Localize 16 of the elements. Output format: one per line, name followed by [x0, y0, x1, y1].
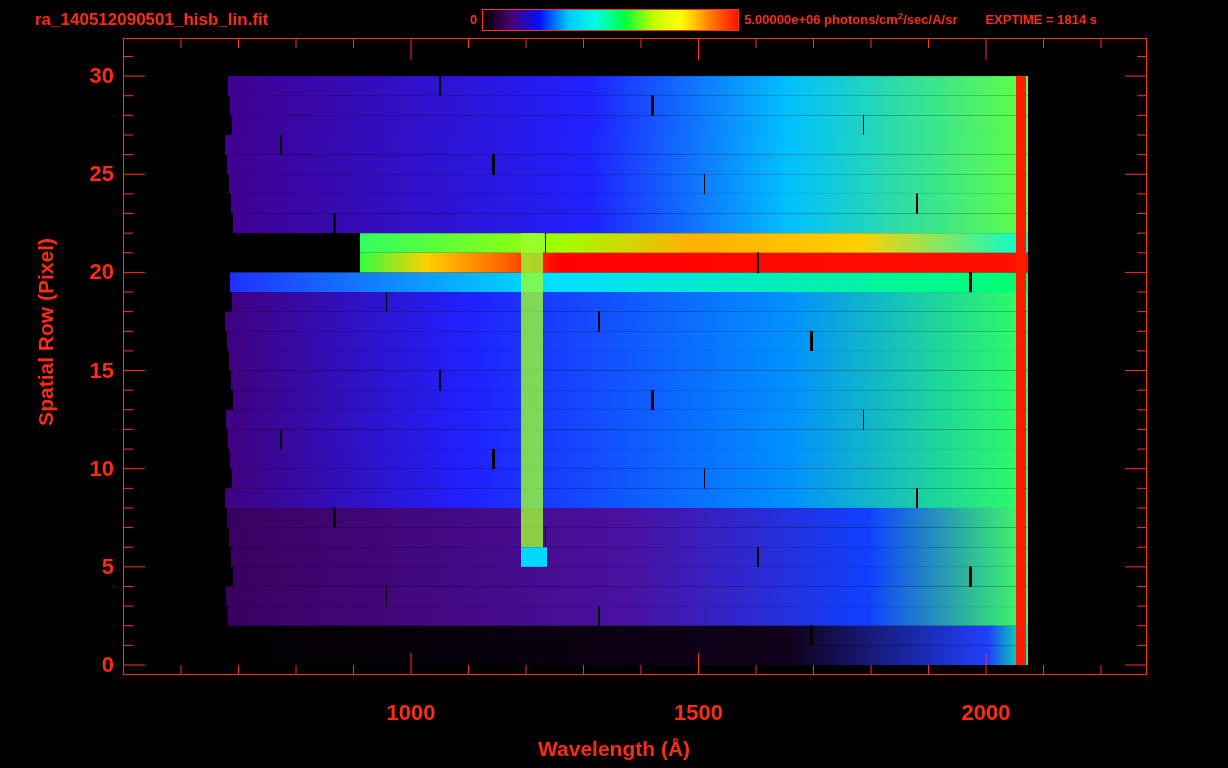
y-tick-label: 15	[89, 357, 114, 384]
y-axis-label: Spatial Row (Pixel)	[33, 238, 58, 426]
x-tick-label: 1500	[674, 700, 723, 726]
x-tick-label: 2000	[961, 700, 1011, 726]
x-axis-label: Wavelength (Å)	[538, 736, 691, 762]
exposure-time: EXPTIME = 1814 s	[985, 11, 1098, 30]
x-tick-label: 1000	[386, 700, 436, 726]
y-tick-label: 20	[89, 259, 114, 286]
colorbar-min-label: 0	[470, 11, 478, 30]
y-tick-label: 25	[89, 161, 114, 188]
file-title: ra_140512090501_hisb_lin.fit	[35, 9, 270, 32]
colorbar-max-label: 5.00000e+06 photons/cm$^{2}$/sec/A/sr	[744, 10, 958, 30]
y-tick-label: 30	[89, 63, 114, 90]
y-tick-label: 0	[101, 652, 114, 678]
y-tick-label: 5	[101, 553, 114, 580]
y-tick-label: 10	[89, 455, 114, 482]
